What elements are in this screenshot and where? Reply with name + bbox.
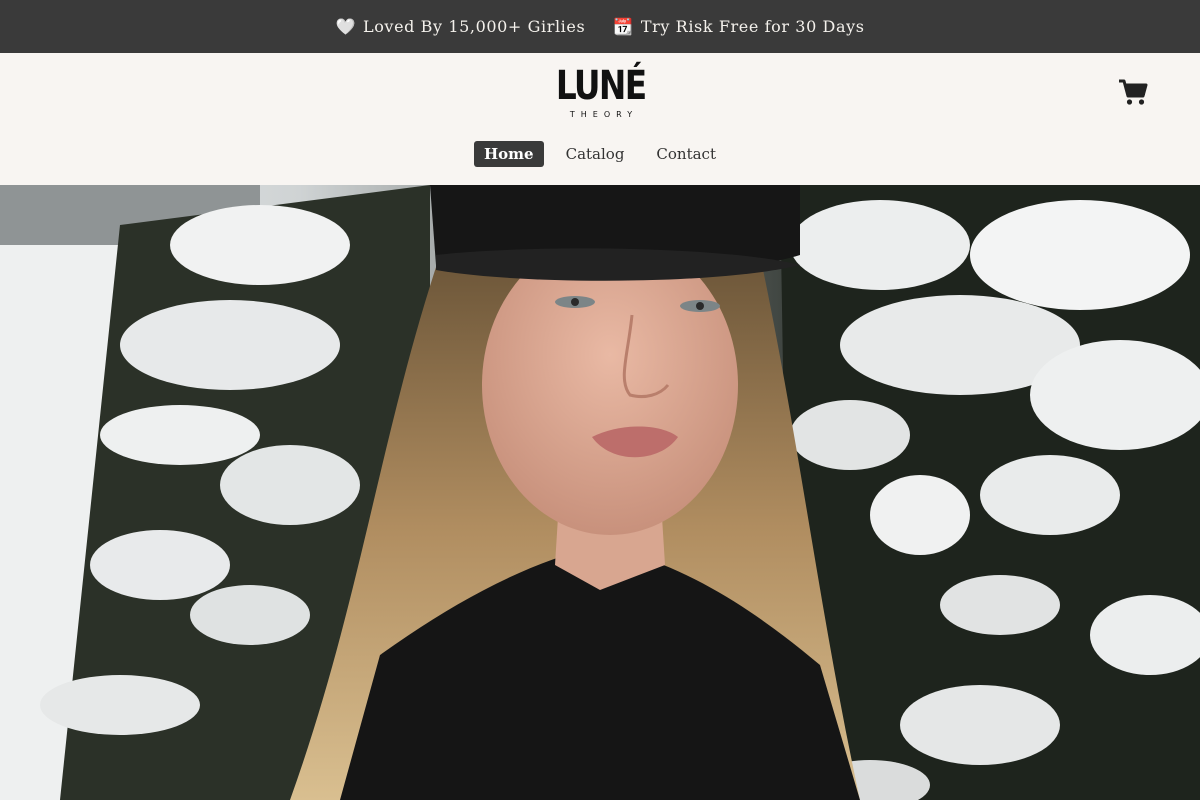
nav-item-home[interactable]: Home xyxy=(474,141,544,167)
cart-icon[interactable] xyxy=(1117,77,1149,107)
hero-banner xyxy=(0,185,1200,800)
nav-item-catalog[interactable]: Catalog xyxy=(556,141,635,167)
main-nav: Home Catalog Contact xyxy=(0,141,1200,167)
brand-logo[interactable]: LUNÉ THEORY xyxy=(556,63,647,127)
hero-image xyxy=(0,185,1200,800)
brand-tagline: THEORY xyxy=(569,110,639,119)
calendar-icon: 📆 xyxy=(613,17,634,36)
announcement-text: Loved By 15,000+ Girlies xyxy=(362,17,586,36)
announcement-item-trial: 📆 Try Risk Free for 30 Days xyxy=(613,17,864,36)
announcement-item-loved: 🤍 Loved By 15,000+ Girlies xyxy=(335,17,585,36)
site-header: LUNÉ THEORY Home Catalog Contact xyxy=(0,53,1200,185)
announcement-text: Try Risk Free for 30 Days xyxy=(640,17,865,36)
nav-item-contact[interactable]: Contact xyxy=(646,141,726,167)
heart-icon: 🤍 xyxy=(335,17,356,36)
announcement-bar: 🤍 Loved By 15,000+ Girlies 📆 Try Risk Fr… xyxy=(0,0,1200,53)
brand-name: LUNÉ xyxy=(556,63,647,109)
